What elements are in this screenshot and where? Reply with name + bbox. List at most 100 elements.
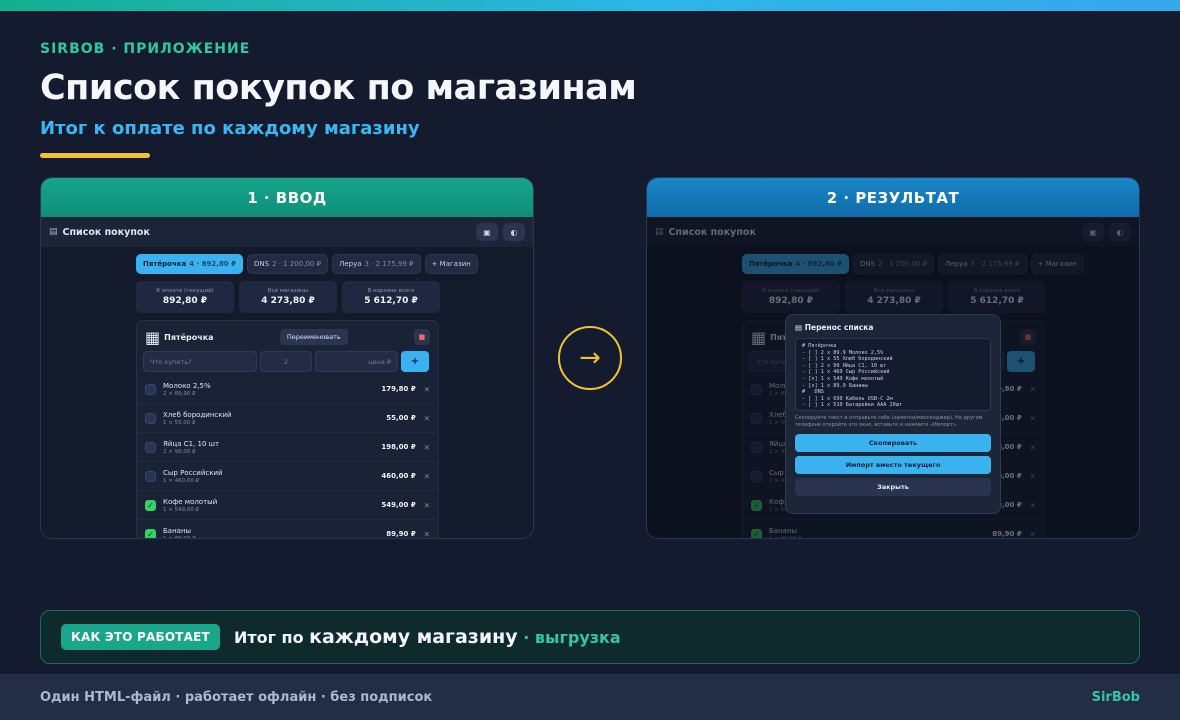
item-name-input[interactable]: Что купить? bbox=[143, 351, 257, 372]
qty-input[interactable]: 2 bbox=[260, 351, 312, 372]
how-badge: КАК ЭТО РАБОТАЕТ bbox=[61, 624, 220, 650]
tab-count: 3 · 2 175,99 ₽ bbox=[364, 260, 414, 268]
item-name: Хлеб бородинский bbox=[163, 410, 232, 419]
store-tabs: Пятёрочка4 · 892,80 ₽DNS2 · 1 200,00 ₽Ле… bbox=[136, 254, 478, 274]
item-price: 179,80 ₽ bbox=[381, 385, 416, 393]
summary-stats: К оплате (текущий) 892,80 ₽ Все магазины 4 … bbox=[136, 281, 440, 313]
item-checkbox[interactable] bbox=[145, 412, 156, 424]
item-name: Молоко 2,5% bbox=[163, 381, 211, 390]
item-price: 55,00 ₽ bbox=[386, 414, 416, 422]
add-item-row: Что купить?2цена ₽+ bbox=[137, 351, 438, 372]
tab-count: 2 · 1 200,00 ₽ bbox=[272, 260, 322, 268]
how-it-works-bar: КАК ЭТО РАБОТАЕТ Итог по каждому магазин… bbox=[40, 610, 1140, 664]
delete-icon[interactable]: ✕ bbox=[424, 385, 430, 394]
price-input[interactable]: цена ₽ bbox=[315, 351, 398, 372]
stat-value: 4 273,80 ₽ bbox=[261, 296, 315, 306]
list-icon: ▤ bbox=[49, 227, 58, 237]
tab-store-1[interactable]: DNS2 · 1 200,00 ₽ bbox=[247, 254, 329, 274]
item-checkbox[interactable]: ✓ bbox=[145, 499, 156, 511]
result-panel: 2 · РЕЗУЛЬТАТ ▤Список покупок▣◐Пятёрочка… bbox=[646, 177, 1140, 539]
export-icon[interactable]: ▣ bbox=[476, 223, 498, 241]
item-checkbox[interactable] bbox=[145, 383, 156, 395]
rename-button[interactable]: Переименовать bbox=[279, 329, 348, 345]
app-screen-input: ▤ Список покупок ▣ ◐ Пятёрочка 4 · 892,80 ₽ DN… bbox=[41, 217, 533, 539]
page-title: Список покупок по магазинам bbox=[40, 68, 637, 108]
tab-store-0[interactable]: Пятёрочка4 · 892,80 ₽ bbox=[136, 254, 243, 274]
tab-name: Пятёрочка bbox=[143, 260, 187, 268]
import-button[interactable]: Импорт вместо текущего bbox=[795, 456, 991, 474]
item-name: Яйца С1, 10 шт bbox=[163, 439, 220, 448]
item-info: Бананы1 × 89,90 ₽ bbox=[163, 526, 196, 539]
item-checkbox[interactable] bbox=[145, 441, 156, 453]
stat-label: К оплате (текущий) bbox=[156, 288, 214, 294]
app-header-actions: ▣◐ bbox=[476, 223, 525, 241]
list-item: ✓ Бананы1 × 89,90 ₽ 89,90 ₽ ✕ bbox=[137, 520, 438, 539]
stat-label: Все магазины bbox=[267, 288, 309, 294]
theme-icon[interactable]: ◐ bbox=[503, 223, 525, 241]
app-title: Список покупок bbox=[62, 226, 150, 238]
tab-name: DNS bbox=[254, 260, 270, 268]
store-name: Пятёрочка bbox=[164, 332, 214, 342]
item-qty: 2 × 99,00 ₽ bbox=[163, 448, 196, 455]
modal-title: ▤ Перенос списка bbox=[795, 323, 874, 332]
copy-button[interactable]: Скопировать bbox=[795, 434, 991, 452]
item-info: Молоко 2,5%2 × 89,90 ₽ bbox=[163, 382, 211, 397]
arrow-right-icon: → bbox=[558, 326, 622, 390]
item-qty: 1 × 55,00 ₽ bbox=[163, 419, 196, 426]
item-checkbox[interactable] bbox=[145, 470, 156, 482]
tab-store-3[interactable]: + Магазин bbox=[424, 254, 478, 274]
list-item: Яйца С1, 10 шт2 × 99,00 ₽ 198,00 ₽ ✕ bbox=[137, 433, 438, 462]
delete-icon[interactable]: ✕ bbox=[424, 501, 430, 510]
footer-brand: SirBob bbox=[1091, 689, 1140, 705]
stat-card: В корзине всего 5 612,70 ₽ bbox=[342, 281, 440, 313]
list-item: Молоко 2,5%2 × 89,90 ₽ 179,80 ₽ ✕ bbox=[137, 375, 438, 404]
tab-name: Леруа bbox=[339, 260, 362, 268]
item-qty: 2 × 89,90 ₽ bbox=[163, 390, 196, 397]
app-screen-result: ▤Список покупок▣◐Пятёрочка4 · 892,80 ₽DN… bbox=[647, 217, 1139, 538]
item-info: Яйца С1, 10 шт2 × 99,00 ₽ bbox=[163, 440, 219, 455]
delete-icon[interactable]: ✕ bbox=[424, 443, 430, 452]
list-item: Сыр Российский1 × 460,00 ₽ 460,00 ₽ ✕ bbox=[137, 462, 438, 491]
footer-tagline: Один HTML-файл · работает офлайн · без п… bbox=[40, 689, 433, 705]
item-name: Сыр Российский bbox=[163, 468, 223, 477]
item-qty: 1 × 89,90 ₽ bbox=[163, 535, 196, 539]
store-card: ▦Пятёрочка Переименовать ■ Что купить?2цена… bbox=[136, 320, 439, 539]
how-text: Итог по каждому магазину · выгрузка bbox=[233, 626, 621, 648]
input-panel: 1 · ВВОД ▤ Список покупок ▣ ◐ Пятёрочка 4 · 8… bbox=[40, 177, 534, 539]
add-item-button[interactable]: + bbox=[401, 351, 429, 372]
app-header: ▤Список покупок▣◐ bbox=[41, 217, 533, 247]
stat-value: 5 612,70 ₽ bbox=[364, 296, 418, 306]
list-item: Хлеб бородинский1 × 55,00 ₽ 55,00 ₽ ✕ bbox=[137, 404, 438, 433]
footer: Один HTML-файл · работает офлайн · без п… bbox=[0, 674, 1180, 720]
kicker: SIRBOB · ПРИЛОЖЕНИЕ bbox=[40, 41, 251, 57]
item-price: 460,00 ₽ bbox=[381, 472, 416, 480]
item-qty: 1 × 549,00 ₽ bbox=[163, 506, 200, 513]
result-panel-header: 2 · РЕЗУЛЬТАТ bbox=[647, 178, 1139, 217]
item-info: Хлеб бородинский1 × 55,00 ₽ bbox=[163, 411, 232, 426]
item-price: 549,00 ₽ bbox=[381, 501, 416, 509]
title-underline bbox=[40, 153, 150, 158]
item-name: Кофе молотый bbox=[163, 497, 218, 506]
list-item: ✓ Кофе молотый1 × 549,00 ₽ 549,00 ₽ ✕ bbox=[137, 491, 438, 520]
item-price: 89,90 ₽ bbox=[386, 530, 416, 538]
top-accent-bar bbox=[0, 0, 1180, 11]
page-subtitle: Итог к оплате по каждому магазину bbox=[40, 118, 420, 139]
tab-name: + Магазин bbox=[431, 260, 471, 268]
delete-icon[interactable]: ✕ bbox=[424, 472, 430, 481]
tab-store-2[interactable]: Леруа3 · 2 175,99 ₽ bbox=[332, 254, 421, 274]
trash-icon[interactable]: ■ bbox=[413, 329, 430, 345]
store-header: ▦Пятёрочка Переименовать ■ bbox=[137, 324, 438, 350]
stat-card: Все магазины 4 273,80 ₽ bbox=[239, 281, 337, 313]
delete-icon[interactable]: ✕ bbox=[424, 530, 430, 539]
item-price: 198,00 ₽ bbox=[381, 443, 416, 451]
item-name: Бананы bbox=[163, 526, 192, 535]
item-info: Сыр Российский1 × 460,00 ₽ bbox=[163, 469, 223, 484]
tab-count: 4 · 892,80 ₽ bbox=[189, 260, 236, 268]
item-checkbox[interactable]: ✓ bbox=[145, 528, 156, 538]
delete-icon[interactable]: ✕ bbox=[424, 414, 430, 423]
input-panel-header: 1 · ВВОД bbox=[41, 178, 533, 217]
item-list: Молоко 2,5%2 × 89,90 ₽179,80 ₽✕Хлеб боро… bbox=[137, 375, 438, 539]
export-textarea[interactable]: # Пятёрочка - [ ] 2 x 89.9 Молоко 2,5% -… bbox=[795, 338, 991, 411]
transfer-modal: ▤ Перенос списка # Пятёрочка - [ ] 2 x 8… bbox=[785, 314, 1001, 514]
close-button[interactable]: Закрыть bbox=[795, 478, 991, 496]
